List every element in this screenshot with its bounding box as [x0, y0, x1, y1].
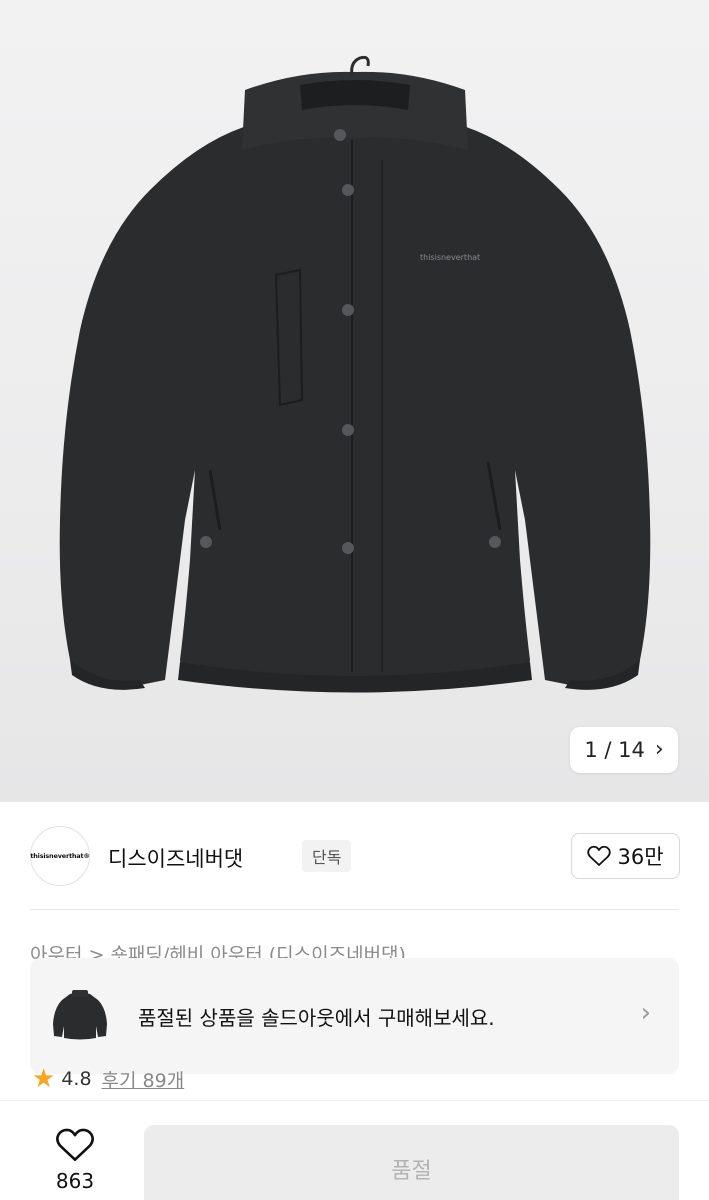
rating-row[interactable]: ★ 4.8 후기 89개 — [32, 1064, 184, 1094]
star-icon: ★ — [32, 1064, 56, 1094]
soldout-buy-button[interactable]: 품절 — [144, 1125, 679, 1200]
exclusive-badge: 단독 — [302, 840, 352, 872]
image-counter[interactable]: 1 / 14 › — [570, 727, 678, 773]
banner-message: 품절된 상품을 솔드아웃에서 구매해보세요. — [138, 1006, 495, 1030]
chevron-right-icon: › — [654, 737, 664, 762]
brand-logo-text: thisisneverthat® — [30, 852, 90, 860]
banner-product-thumbnail — [53, 990, 107, 1040]
brand-row: thisisneverthat® 디스이즈네버댓 단독 36만 — [30, 826, 680, 888]
bottom-action-bar: 863 품절 — [0, 1100, 709, 1200]
wishlist-button[interactable]: 863 — [44, 1127, 106, 1193]
image-counter-text: 1 / 14 — [584, 738, 645, 762]
divider — [30, 909, 679, 910]
jacket-logo-text: thisisneverthat — [420, 253, 480, 262]
brand-like-count: 36만 — [617, 845, 664, 869]
rating-score: 4.8 — [61, 1068, 92, 1090]
review-count-link[interactable]: 후기 89개 — [102, 1066, 185, 1093]
brand-name[interactable]: 디스이즈네버댓 — [108, 843, 243, 873]
heart-icon — [56, 1128, 94, 1162]
heart-icon — [587, 845, 612, 866]
chevron-right-icon: › — [640, 998, 651, 1028]
soldout-banner[interactable]: 품절된 상품을 솔드아웃에서 구매해보세요. › — [30, 958, 679, 1074]
product-image[interactable]: thisisneverthat 1 / 14 › — [0, 0, 709, 802]
wishlist-count: 863 — [55, 1169, 95, 1193]
brand-logo[interactable]: thisisneverthat® — [30, 826, 90, 886]
jacket-illustration: thisisneverthat — [59, 55, 651, 693]
brand-like-button[interactable]: 36만 — [571, 833, 680, 879]
